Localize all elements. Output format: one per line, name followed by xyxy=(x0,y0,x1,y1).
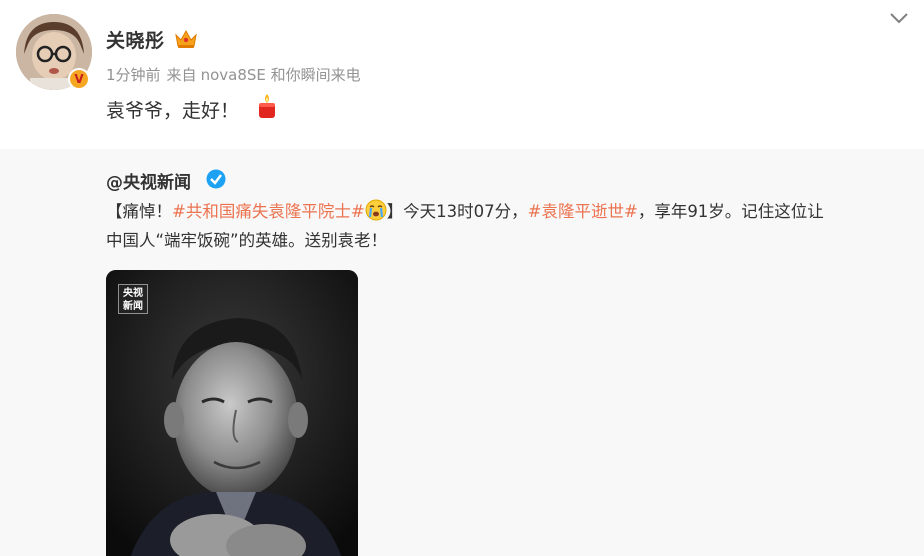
repost-text-prefix: 【痛悼！ xyxy=(106,202,172,221)
chevron-down-icon[interactable] xyxy=(888,10,910,26)
weibo-post-card: V 关晓彤 1分钟前 来自 nova8SE 和你瞬间来电 袁爷爷，走好！ @央视新闻… xyxy=(0,0,924,556)
repost-text-mid: 】今天13时07分， xyxy=(386,202,528,221)
source-prefix: 来自 xyxy=(166,66,197,84)
hashtag-link[interactable]: #共和国痛失袁隆平院士# xyxy=(172,202,365,221)
hashtag-link-2[interactable]: #袁隆平逝世# xyxy=(528,202,638,221)
logo-line-2: 新闻 xyxy=(123,301,143,312)
post-meta: 1分钟前 来自 nova8SE 和你瞬间来电 xyxy=(106,64,367,85)
candle-icon xyxy=(259,94,275,118)
post-photo[interactable]: 央视 新闻 xyxy=(106,270,358,556)
blue-verify-icon xyxy=(206,169,226,189)
crown-icon xyxy=(175,29,197,48)
logo-line-1: 央视 xyxy=(123,288,143,299)
repost-text: 【痛悼！#共和国痛失袁隆平院士# 】今天13时07分，#袁隆平逝世#，享年91岁… xyxy=(106,197,826,255)
reposted-content: @央视新闻 【痛悼！#共和国痛失袁隆平院士# 】今天13时07分，#袁隆平逝世#… xyxy=(0,149,924,556)
post-text: 袁爷爷，走好！ xyxy=(106,100,240,122)
source-device[interactable]: nova8SE 和你瞬间来电 xyxy=(201,66,361,84)
cctv-news-logo: 央视 新闻 xyxy=(118,284,148,314)
username[interactable]: 关晓彤 xyxy=(106,26,165,53)
repost-author[interactable]: @央视新闻 xyxy=(106,168,191,193)
crying-emoji-icon xyxy=(365,199,387,221)
verified-badge-icon: V xyxy=(68,68,90,90)
post-time[interactable]: 1分钟前 xyxy=(106,66,161,84)
